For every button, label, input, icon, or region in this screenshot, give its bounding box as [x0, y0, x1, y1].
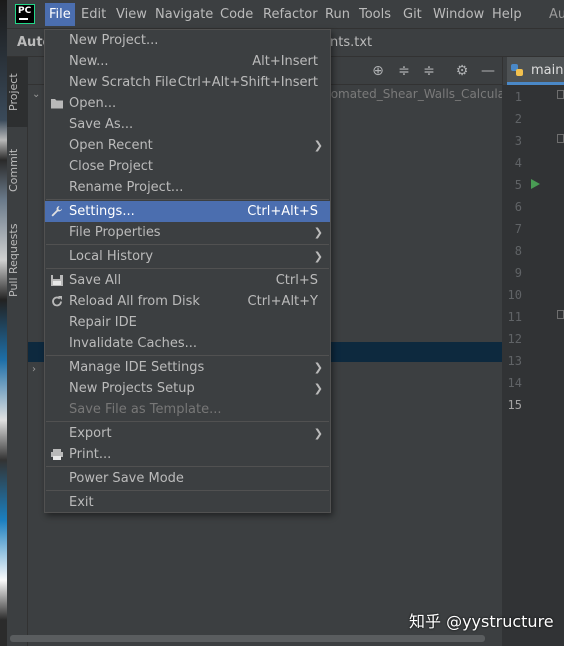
menu-separator [46, 421, 329, 422]
run-gutter-icon[interactable] [531, 179, 540, 189]
gear-icon[interactable]: ⚙ [453, 62, 471, 80]
menu-item-new-project[interactable]: New Project... [45, 30, 330, 51]
expand-all-icon[interactable]: ≑ [395, 62, 413, 80]
menu-item-new-projects-setup[interactable]: New Projects Setup ❯ [45, 378, 330, 399]
menu-navigate[interactable]: Navigate [151, 3, 217, 26]
wrench-icon [51, 206, 62, 217]
menu-separator [46, 199, 329, 200]
menu-item-power-save-mode[interactable]: Power Save Mode [45, 468, 330, 489]
menu-view[interactable]: View [112, 3, 151, 26]
menu-separator [46, 244, 329, 245]
menu-separator [46, 490, 329, 491]
editor-tab-label: main. [531, 63, 564, 78]
python-file-icon [511, 64, 523, 76]
desktop-strip [0, 0, 7, 646]
submenu-arrow-icon: ❯ [313, 382, 323, 395]
fold-marker-icon[interactable] [557, 90, 564, 99]
line-number-current: 15 [507, 398, 522, 412]
menu-refactor[interactable]: Refactor [259, 3, 322, 26]
tab-commit-label: Commit [7, 148, 20, 192]
menu-item-invalidate-caches[interactable]: Invalidate Caches... [45, 333, 330, 354]
submenu-arrow-icon: ❯ [313, 427, 323, 440]
tab-project[interactable]: Project [7, 57, 28, 127]
minimize-icon[interactable]: — [479, 62, 497, 80]
logo-text: PC [18, 6, 32, 16]
line-number: 1 [514, 90, 522, 104]
menu-separator [46, 268, 329, 269]
file-tab-fragment[interactable]: nts.txt [330, 35, 372, 50]
tab-project-label: Project [7, 73, 20, 111]
submenu-arrow-icon: ❯ [313, 250, 323, 263]
editor-tab-main[interactable]: main. [507, 57, 564, 85]
menu-item-new-scratch-file[interactable]: New Scratch File Ctrl+Alt+Shift+Insert [45, 72, 330, 93]
menu-item-local-history[interactable]: Local History ❯ [45, 246, 330, 267]
line-number: 5 [514, 178, 522, 192]
tab-pull-requests[interactable]: Pull Requests [7, 212, 28, 308]
menu-edit[interactable]: Edit [77, 3, 110, 26]
menu-separator [46, 355, 329, 356]
pycharm-logo-icon: PC [15, 4, 35, 24]
menu-item-repair-ide[interactable]: Repair IDE [45, 312, 330, 333]
menu-item-open-recent[interactable]: Open Recent ❯ [45, 135, 330, 156]
line-number: 6 [514, 200, 522, 214]
menu-item-file-properties[interactable]: File Properties ❯ [45, 222, 330, 243]
line-number: 10 [507, 288, 522, 302]
line-number: 3 [514, 134, 522, 148]
editor-gutter: 1 2 3 4 5 6 7 8 9 10 11 12 13 14 15 [502, 86, 564, 646]
floppy-disk-icon [51, 275, 63, 286]
submenu-arrow-icon: ❯ [313, 361, 323, 374]
line-number: 13 [507, 354, 522, 368]
menu-window[interactable]: Window [429, 3, 488, 26]
line-number: 12 [507, 332, 522, 346]
menu-item-save-all[interactable]: Save All Ctrl+S [45, 270, 330, 291]
line-number: 4 [514, 156, 522, 170]
line-number: 7 [514, 222, 522, 236]
line-number: 14 [507, 376, 522, 390]
main-menu-bar: PC File Edit View Navigate Code Refactor… [7, 0, 564, 29]
menu-git[interactable]: Git [399, 3, 426, 26]
menu-item-settings[interactable]: Settings... Ctrl+Alt+S [45, 201, 330, 222]
menu-item-export[interactable]: Export ❯ [45, 423, 330, 444]
menu-item-manage-ide-settings[interactable]: Manage IDE Settings ❯ [45, 357, 330, 378]
fold-marker-icon[interactable] [557, 310, 564, 319]
menu-file[interactable]: File [45, 3, 75, 26]
editor-tab-bar: main. [502, 57, 564, 86]
menu-item-open[interactable]: Open... [45, 93, 330, 114]
file-menu-dropdown: New Project... New... Alt+Insert New Scr… [44, 29, 331, 513]
menu-help[interactable]: Help [488, 3, 526, 26]
collapse-all-icon[interactable]: ≑ [420, 62, 438, 80]
submenu-arrow-icon: ❯ [313, 139, 323, 152]
menu-run[interactable]: Run [321, 3, 354, 26]
folder-icon [51, 99, 63, 109]
line-number: 9 [514, 266, 522, 280]
reload-icon [52, 296, 62, 307]
printer-icon [51, 449, 63, 460]
tab-pull-requests-label: Pull Requests [7, 223, 20, 297]
menu-tools[interactable]: Tools [355, 3, 395, 26]
menu-code[interactable]: Code [216, 3, 257, 26]
menu-item-rename-project[interactable]: Rename Project... [45, 177, 330, 198]
menu-item-save-file-as-template: Save File as Template... [69, 402, 222, 417]
menu-item-exit[interactable]: Exit [45, 492, 330, 513]
horizontal-scrollbar[interactable] [10, 635, 485, 642]
project-path-fragment[interactable]: tomated_Shear_Walls_Calcula [326, 87, 502, 101]
chevron-down-icon[interactable]: ⌄ [32, 89, 40, 100]
tab-commit[interactable]: Commit [7, 135, 28, 205]
line-number: 8 [514, 244, 522, 258]
watermark-text: 知乎 @yystructure [409, 612, 554, 631]
locate-icon[interactable]: ⊕ [369, 62, 387, 80]
menu-item-save-as[interactable]: Save As... [45, 114, 330, 135]
menu-item-reload-all[interactable]: Reload All from Disk Ctrl+Alt+Y [45, 291, 330, 312]
menu-item-new[interactable]: New... Alt+Insert [45, 51, 330, 72]
chevron-right-icon[interactable]: › [32, 364, 36, 375]
line-number: 11 [507, 310, 522, 324]
submenu-arrow-icon: ❯ [313, 226, 323, 239]
tool-window-stripe: Project Commit Pull Requests [7, 57, 28, 646]
window-title-fragment: Au [549, 7, 564, 22]
line-number: 2 [514, 112, 522, 126]
fold-marker-icon[interactable] [557, 134, 564, 143]
menu-separator [46, 466, 329, 467]
menu-item-print[interactable]: Print... [45, 444, 330, 465]
menu-item-close-project[interactable]: Close Project [45, 156, 330, 177]
